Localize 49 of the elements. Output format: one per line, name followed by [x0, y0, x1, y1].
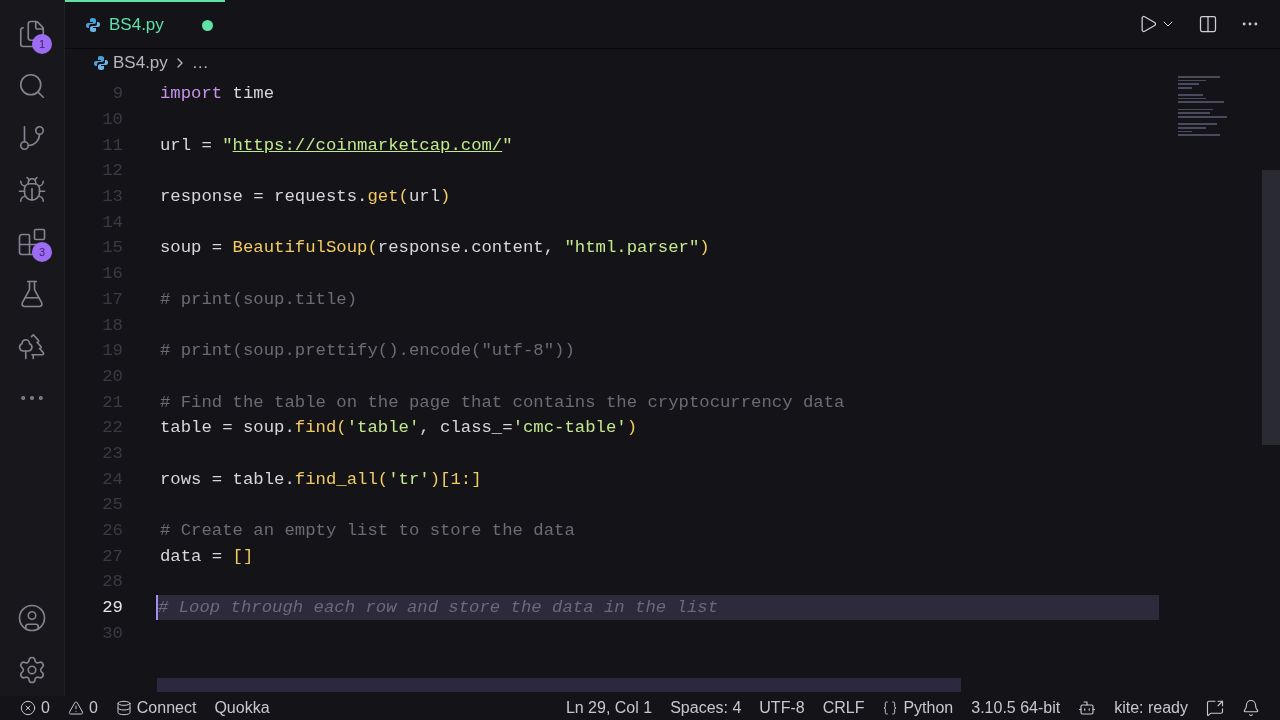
status-item[interactable]: 3.10.5 64-bit	[971, 699, 1061, 717]
code-line: table = soup.find('table', class_='cmc-table')	[159, 417, 639, 440]
code-line: data = []	[159, 545, 255, 568]
code-line: # Find the table on the page that contains the cryptocurrency data	[159, 391, 846, 414]
copilot-icon[interactable]	[1078, 699, 1097, 717]
code-line: rows = table.find_all('tr')[1:]	[159, 468, 483, 491]
status-item[interactable]: UTF-8	[759, 699, 805, 717]
status-item[interactable]: Connect	[136, 699, 197, 717]
python-icon	[85, 17, 101, 33]
search-icon[interactable]	[17, 71, 47, 101]
breadcrumb-item[interactable]: BS4.py	[113, 53, 168, 73]
code-line: url = "https://coinmarketcap.com/"	[159, 134, 514, 157]
tab-label: BS4.py	[109, 15, 164, 35]
run-debug-icon[interactable]	[17, 175, 47, 205]
breadcrumb-item[interactable]: …	[191, 53, 209, 73]
extensions-icon[interactable]	[17, 227, 47, 257]
status-item[interactable]: Quokka	[214, 699, 270, 717]
code-line: # Create an empty list to store the data	[159, 520, 576, 543]
scrollbar-thumb[interactable]	[1262, 170, 1280, 445]
code-line: # print(soup.title)	[159, 288, 359, 311]
account-icon[interactable]	[17, 603, 47, 633]
files-icon[interactable]	[17, 19, 47, 49]
scrollbar-thumb[interactable]	[157, 678, 961, 692]
feedback-icon[interactable]	[1206, 699, 1224, 717]
status-item[interactable]: 0	[41, 699, 50, 717]
python-icon	[93, 55, 109, 71]
status-item[interactable]: Ln 29, Col 1	[565, 699, 653, 717]
bell-icon[interactable]	[1242, 699, 1260, 717]
tree-icon[interactable]	[17, 331, 47, 361]
status-item[interactable]: 0	[88, 699, 98, 717]
language-icon[interactable]	[882, 700, 899, 716]
code-line: # print(soup.prettify().encode("utf-8"))	[159, 340, 576, 363]
code-line: soup = BeautifulSoup(response.content, "html.parser")	[159, 237, 711, 260]
source-control-icon[interactable]	[17, 123, 47, 153]
settings-icon[interactable]	[17, 655, 47, 685]
split-editor-icon[interactable]	[1198, 14, 1218, 34]
notification-badge: 1	[32, 34, 52, 54]
code-line: import time	[159, 83, 276, 106]
status-item[interactable]: Spaces: 4	[670, 699, 742, 717]
line-number: 29	[101, 598, 123, 618]
errors-icon[interactable]	[20, 700, 36, 716]
modified-dot	[202, 19, 213, 31]
status-item[interactable]: kite: ready	[1114, 699, 1188, 717]
notification-badge: 3	[32, 242, 52, 262]
code-line: response = requests.get(url)	[159, 186, 452, 209]
status-item[interactable]: Python	[903, 699, 954, 717]
warnings-icon[interactable]	[67, 700, 84, 716]
database-icon[interactable]	[115, 700, 132, 716]
status-item[interactable]: CRLF	[822, 699, 865, 717]
